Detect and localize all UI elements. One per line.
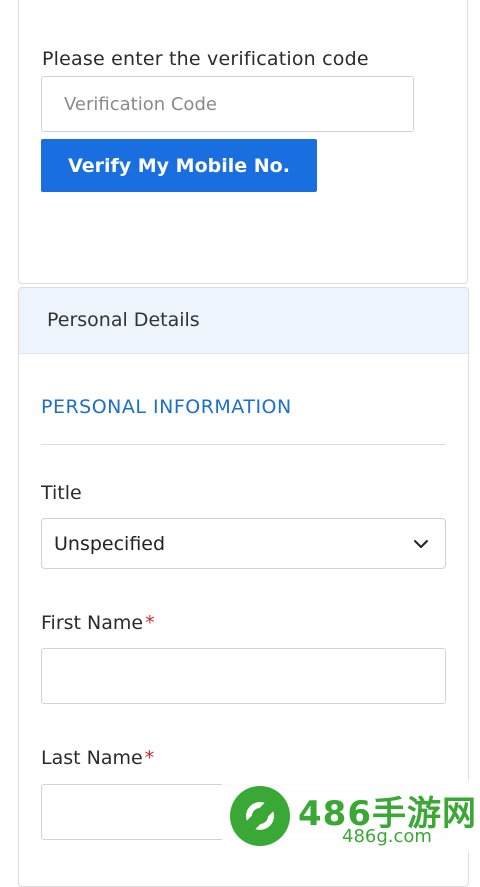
- verification-code-label: Please enter the verification code: [42, 48, 369, 70]
- watermark-domain: 486g.com: [342, 826, 432, 847]
- title-label: Title: [41, 482, 82, 504]
- required-asterisk: *: [145, 612, 155, 634]
- section-divider: [41, 444, 446, 445]
- verify-mobile-button[interactable]: Verify My Mobile No.: [41, 139, 317, 192]
- verification-code-input[interactable]: [41, 76, 414, 132]
- personal-details-title: Personal Details: [47, 309, 200, 331]
- personal-details-header[interactable]: Personal Details: [19, 288, 468, 354]
- watermark-logo-icon: [230, 786, 290, 846]
- chevron-down-icon: [414, 540, 428, 548]
- first-name-label: First Name *: [41, 612, 155, 634]
- last-name-label: Last Name *: [41, 747, 155, 769]
- title-select-value: Unspecified: [54, 533, 166, 555]
- watermark: 486手游网 486g.com: [222, 780, 480, 852]
- required-asterisk: *: [144, 747, 155, 769]
- first-name-input[interactable]: [41, 648, 446, 704]
- personal-information-heading: PERSONAL INFORMATION: [41, 396, 292, 418]
- title-select[interactable]: Unspecified: [41, 518, 446, 569]
